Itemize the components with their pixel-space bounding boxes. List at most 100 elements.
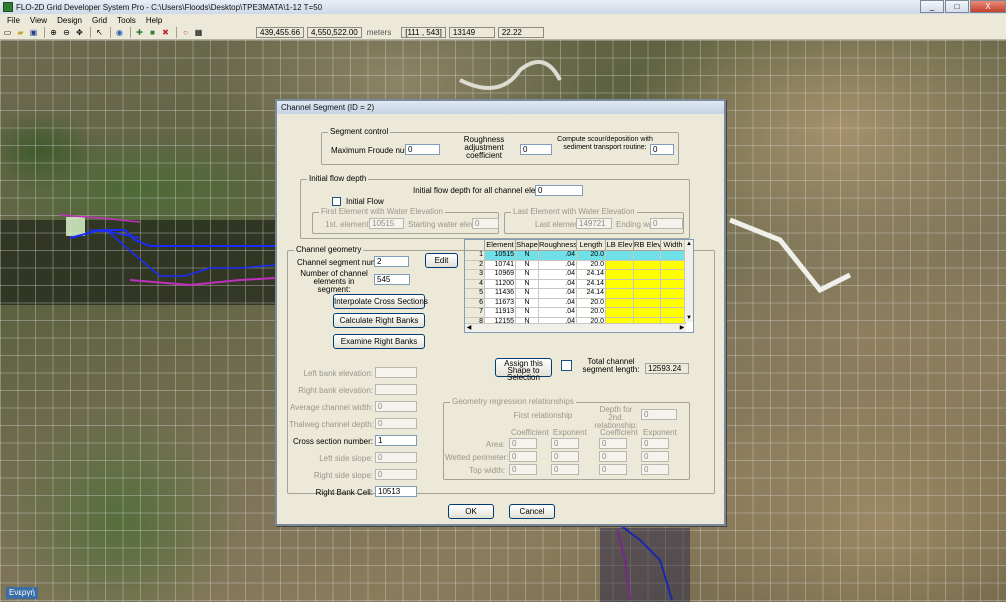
channel-elements-table[interactable]: Element Shape Roughness Length LB Elev R… <box>464 239 694 333</box>
right-bank-elevation-input[interactable] <box>375 384 417 395</box>
cell-rb-elev[interactable] <box>634 260 661 270</box>
column-header[interactable]: LB Elev <box>606 240 634 251</box>
cell-shape[interactable]: N <box>516 308 539 318</box>
right-side-slope-input[interactable]: 0 <box>375 469 417 480</box>
wetted-coefficient-2-input[interactable]: 0 <box>599 451 627 462</box>
stop-icon[interactable]: ○ <box>180 27 191 38</box>
table-vertical-scrollbar[interactable]: ▲ ▼ <box>684 240 693 322</box>
menu-view[interactable]: View <box>25 16 52 25</box>
left-side-slope-input[interactable]: 0 <box>375 452 417 463</box>
cell-shape[interactable]: N <box>516 260 539 270</box>
column-header[interactable]: Roughness <box>539 240 577 251</box>
assign-shape-button[interactable]: Assign this Shape to Selection <box>495 358 552 382</box>
cell-length[interactable]: 20.0 <box>577 308 606 318</box>
table-row[interactable]: 3 10969 N .04 24.14 <box>465 270 686 280</box>
maximize-button[interactable]: □ <box>945 0 969 13</box>
cell-element[interactable]: 10741 <box>485 260 516 270</box>
menu-grid[interactable]: Grid <box>87 16 112 25</box>
menu-file[interactable]: File <box>2 16 25 25</box>
table-row[interactable]: 7 11913 N .04 20.0 <box>465 308 686 318</box>
topwidth-coefficient-2-input[interactable]: 0 <box>599 464 627 475</box>
cell-element[interactable]: 11673 <box>485 298 516 308</box>
column-header[interactable]: Length <box>577 240 606 251</box>
cell-roughness[interactable]: .04 <box>539 308 577 318</box>
cell-length[interactable]: 24.14 <box>577 289 606 299</box>
cell-lb-elev[interactable] <box>606 251 634 261</box>
grid-add-icon[interactable]: ✚ <box>134 27 145 38</box>
cell-width[interactable] <box>661 308 686 318</box>
cell-element[interactable]: 10515 <box>485 251 516 261</box>
scroll-up-icon[interactable]: ▲ <box>685 240 693 248</box>
thalweg-depth-input[interactable]: 0 <box>375 418 417 429</box>
table-horizontal-scrollbar[interactable]: ◀ ▶ <box>465 323 686 332</box>
cell-rb-elev[interactable] <box>634 251 661 261</box>
minimize-button[interactable]: _ <box>920 0 944 13</box>
table-row[interactable]: 2 10741 N .04 20.0 <box>465 260 686 270</box>
cell-length[interactable]: 20.0 <box>577 260 606 270</box>
table-row[interactable]: 5 11436 N .04 24.14 <box>465 289 686 299</box>
open-icon[interactable]: ▰ <box>15 27 26 38</box>
cell-lb-elev[interactable] <box>606 308 634 318</box>
first-element-input[interactable]: 10515 <box>369 218 404 229</box>
cross-section-number-input[interactable]: 1 <box>375 435 417 446</box>
edit-button[interactable]: Edit <box>425 253 458 268</box>
num-elements-input[interactable]: 545 <box>374 274 410 285</box>
cell-roughness[interactable]: .04 <box>539 270 577 280</box>
ending-water-elev-input[interactable]: 0 <box>650 218 683 229</box>
column-header[interactable]: Width <box>661 240 686 251</box>
average-width-input[interactable]: 0 <box>375 401 417 412</box>
menu-tools[interactable]: Tools <box>112 16 141 25</box>
wetted-exponent-1-input[interactable]: 0 <box>551 451 579 462</box>
cell-rb-elev[interactable] <box>634 298 661 308</box>
left-bank-elevation-input[interactable] <box>375 367 417 378</box>
cell-shape[interactable]: N <box>516 279 539 289</box>
area-coefficient-1-input[interactable]: 0 <box>509 438 537 449</box>
cell-element[interactable]: 11200 <box>485 279 516 289</box>
cell-rb-elev[interactable] <box>634 289 661 299</box>
globe-icon[interactable]: ◉ <box>114 27 125 38</box>
cell-shape[interactable]: N <box>516 298 539 308</box>
cell-rb-elev[interactable] <box>634 308 661 318</box>
zoom-in-icon[interactable]: ⊕ <box>48 27 59 38</box>
cell-roughness[interactable]: .04 <box>539 279 577 289</box>
wetted-exponent-2-input[interactable]: 0 <box>641 451 669 462</box>
cell-width[interactable] <box>661 251 686 261</box>
cell-element[interactable]: 11913 <box>485 308 516 318</box>
area-exponent-1-input[interactable]: 0 <box>551 438 579 449</box>
max-froude-input[interactable]: 0 <box>405 144 440 155</box>
cell-width[interactable] <box>661 270 686 280</box>
scroll-down-icon[interactable]: ▼ <box>685 314 693 322</box>
cell-rb-elev[interactable] <box>634 279 661 289</box>
menu-help[interactable]: Help <box>141 16 167 25</box>
new-icon[interactable]: ▭ <box>2 27 13 38</box>
column-header[interactable]: Element <box>485 240 516 251</box>
topwidth-coefficient-1-input[interactable]: 0 <box>509 464 537 475</box>
menu-design[interactable]: Design <box>52 16 87 25</box>
cell-element[interactable]: 10969 <box>485 270 516 280</box>
cell-rb-elev[interactable] <box>634 270 661 280</box>
interpolate-cross-sections-button[interactable]: Interpolate Cross Sections <box>333 294 428 309</box>
cell-lb-elev[interactable] <box>606 279 634 289</box>
zoom-out-icon[interactable]: ⊖ <box>61 27 72 38</box>
depth-second-relationship-input[interactable]: 0 <box>641 409 677 420</box>
last-element-input[interactable]: 149721 <box>576 218 612 229</box>
cell-lb-elev[interactable] <box>606 270 634 280</box>
cell-roughness[interactable]: .04 <box>539 289 577 299</box>
cell-shape[interactable]: N <box>516 289 539 299</box>
cell-length[interactable]: 24.14 <box>577 279 606 289</box>
topwidth-exponent-1-input[interactable]: 0 <box>551 464 579 475</box>
assign-shape-checkbox[interactable] <box>561 360 572 371</box>
cell-roughness[interactable]: .04 <box>539 251 577 261</box>
pointer-icon[interactable]: ↖ <box>94 27 105 38</box>
grid-icon[interactable]: ▦ <box>193 27 204 38</box>
cell-element[interactable]: 11436 <box>485 289 516 299</box>
area-coefficient-2-input[interactable]: 0 <box>599 438 627 449</box>
initial-flow-checkbox[interactable] <box>332 197 341 206</box>
cell-roughness[interactable]: .04 <box>539 260 577 270</box>
cell-lb-elev[interactable] <box>606 298 634 308</box>
topwidth-exponent-2-input[interactable]: 0 <box>641 464 669 475</box>
close-button[interactable]: X <box>970 0 1006 13</box>
cell-width[interactable] <box>661 260 686 270</box>
cell-length[interactable]: 24.14 <box>577 270 606 280</box>
table-row[interactable]: 1 10515 N .04 20.0 <box>465 251 686 261</box>
